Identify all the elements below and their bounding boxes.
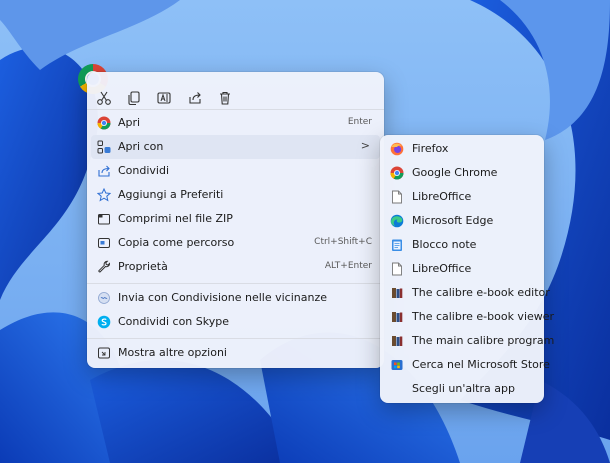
submenu-item-calibre-editor[interactable]: The calibre e-book editor — [384, 281, 550, 305]
submenu-item-label: The main calibre program — [412, 334, 555, 347]
star-icon — [97, 188, 111, 202]
nearby-share-icon — [98, 292, 110, 304]
wrench-icon — [98, 260, 110, 273]
delete-button[interactable] — [210, 84, 240, 112]
separator — [87, 283, 384, 284]
submenu-item-label: Google Chrome — [412, 166, 498, 179]
menu-item-label: Condividi — [118, 164, 170, 177]
submenu-item-label: The calibre e-book viewer — [412, 310, 555, 323]
copy-button[interactable] — [119, 84, 149, 112]
share-icon — [98, 165, 110, 177]
file-icon — [392, 190, 402, 204]
rename-icon — [157, 92, 171, 104]
shortcut-label: ALT+Enter — [324, 261, 372, 271]
submenu-item-label: Firefox — [412, 142, 449, 155]
menu-item-aggiungi-preferiti[interactable]: Aggiungi a Preferiti — [91, 183, 380, 207]
menu-item-condividi-skype[interactable]: Condividi con Skype — [91, 310, 380, 334]
submenu-item-label: Microsoft Edge — [412, 214, 494, 227]
separator — [87, 109, 384, 110]
rename-button[interactable] — [149, 84, 179, 112]
zip-icon — [98, 214, 110, 225]
cut-button[interactable] — [89, 84, 119, 112]
menu-item-label: Apri con — [118, 140, 164, 153]
menu-item-label: Aggiungi a Preferiti — [118, 188, 224, 201]
edge-icon — [390, 214, 404, 228]
menu-item-mostra-altre-opzioni[interactable]: Mostra altre opzioni — [91, 341, 380, 365]
store-icon — [391, 360, 403, 370]
menu-item-comprimi-zip[interactable]: Comprimi nel file ZIP — [91, 207, 380, 231]
copy-icon — [128, 91, 140, 106]
menu-item-proprieta[interactable]: Proprietà ALT+Enter — [91, 255, 380, 279]
menu-item-label: Apri — [118, 116, 141, 129]
copy-path-icon — [98, 238, 110, 248]
file-icon — [392, 262, 402, 276]
open-with-icon — [97, 140, 111, 154]
calibre-icon — [392, 312, 403, 322]
submenu-item-label: Blocco note — [412, 238, 477, 251]
more-options-icon — [98, 347, 110, 359]
submenu-item-firefox[interactable]: Firefox — [384, 137, 540, 161]
share-icon — [189, 92, 201, 104]
menu-item-label: Proprietà — [118, 260, 168, 273]
submenu-item-scegli-altra-app[interactable]: Scegli un'altra app — [384, 377, 540, 401]
submenu-item-label: LibreOffice — [412, 190, 472, 203]
open-with-submenu: Firefox Google Chrome LibreOffice Micros… — [380, 135, 554, 403]
submenu-item-blocco-note[interactable]: Blocco note — [384, 233, 540, 257]
chrome-icon — [97, 116, 111, 130]
submenu-item-microsoft-store[interactable]: Cerca nel Microsoft Store — [384, 353, 550, 377]
calibre-icon — [392, 336, 403, 346]
menu-item-label: Mostra altre opzioni — [118, 346, 227, 359]
firefox-icon — [390, 142, 404, 156]
chevron-right-icon: > — [360, 139, 370, 152]
calibre-icon — [392, 288, 403, 298]
submenu-item-calibre-viewer[interactable]: The calibre e-book viewer — [384, 305, 554, 329]
menu-item-apri[interactable]: Apri Enter — [91, 111, 380, 135]
menu-item-label: Comprimi nel file ZIP — [118, 212, 233, 225]
cut-icon — [97, 91, 111, 105]
share-toolbar-button[interactable] — [180, 84, 210, 112]
chrome-icon — [390, 166, 404, 180]
submenu-item-libreoffice[interactable]: LibreOffice — [384, 185, 540, 209]
shortcut-label: Ctrl+Shift+C — [314, 237, 372, 247]
menu-item-label: Invia con Condivisione nelle vicinanze — [118, 291, 328, 304]
submenu-item-libreoffice[interactable]: LibreOffice — [384, 257, 540, 281]
skype-icon — [97, 315, 111, 329]
context-menu: Apri Enter Apri con > Condividi Aggiungi… — [87, 72, 384, 368]
menu-item-label: Copia come percorso — [118, 236, 235, 249]
submenu-item-microsoft-edge[interactable]: Microsoft Edge — [384, 209, 540, 233]
menu-item-label: Condividi con Skype — [118, 315, 229, 328]
menu-item-condivisione-vicinanze[interactable]: Invia con Condivisione nelle vicinanze — [91, 286, 380, 310]
notepad-icon — [392, 239, 402, 251]
shortcut-label: Enter — [347, 117, 372, 127]
submenu-item-calibre-main[interactable]: The main calibre program — [384, 329, 554, 353]
menu-item-condividi[interactable]: Condividi — [91, 159, 380, 183]
menu-item-apri-con[interactable]: Apri con > — [91, 135, 380, 159]
submenu-item-label: Scegli un'altra app — [412, 382, 515, 395]
submenu-item-label: LibreOffice — [412, 262, 472, 275]
submenu-item-label: Cerca nel Microsoft Store — [412, 358, 550, 371]
submenu-item-google-chrome[interactable]: Google Chrome — [384, 161, 540, 185]
submenu-item-label: The calibre e-book editor — [412, 286, 550, 299]
delete-icon — [220, 91, 230, 105]
separator — [87, 338, 384, 339]
menu-item-copia-percorso[interactable]: Copia come percorso Ctrl+Shift+C — [91, 231, 380, 255]
